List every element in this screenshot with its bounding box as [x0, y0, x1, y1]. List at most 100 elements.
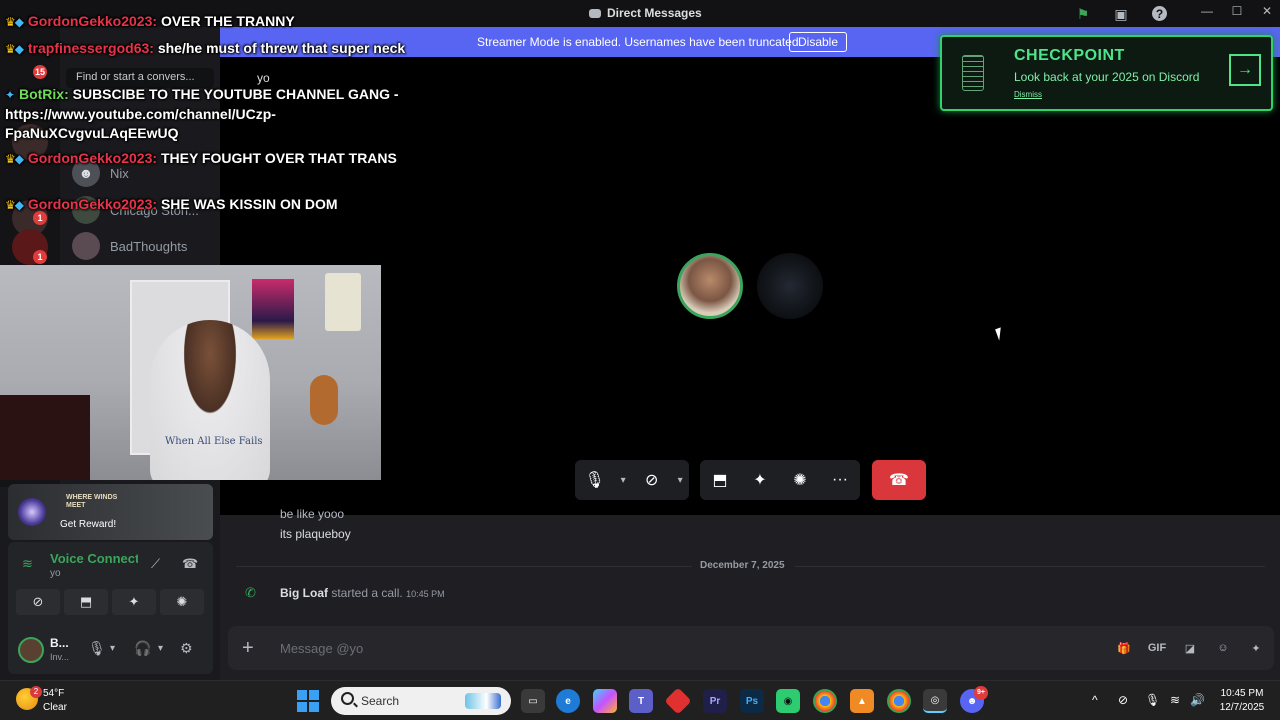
volume-icon[interactable]: 🔊: [1190, 693, 1205, 707]
chat-username: GordonGekko2023:: [27, 13, 158, 29]
microphone-icon[interactable]: 🎙: [88, 640, 106, 657]
chat-text: OVER THE TRANNY: [160, 13, 295, 29]
wifi-icon[interactable]: ≋: [1170, 693, 1180, 707]
checkpoint-dismiss-link[interactable]: Dismiss: [1014, 90, 1042, 99]
gift-icon[interactable]: 🎁: [1114, 638, 1134, 658]
gear-icon[interactable]: ⚙: [180, 640, 193, 657]
maximize-button[interactable]: ☐: [1226, 4, 1248, 18]
weather-condition[interactable]: Clear: [43, 702, 67, 713]
voice-channel[interactable]: yo: [50, 568, 61, 579]
badge-icon: ◆: [14, 15, 24, 29]
close-window-button[interactable]: ✕: [1256, 4, 1278, 18]
divider: [236, 566, 692, 567]
chat-message: its plaqueboy: [280, 527, 351, 541]
chevron-down-icon[interactable]: ▾: [671, 460, 689, 500]
app-icon[interactable]: ▲: [850, 689, 874, 713]
user-name: B...: [50, 636, 69, 650]
chat-text: THEY FOUGHT OVER THAT TRANS: [160, 150, 397, 166]
chrome-icon[interactable]: [887, 689, 911, 713]
promo-game-name: WHERE WINDS MEET: [66, 494, 118, 509]
help-icon[interactable]: ?: [1152, 6, 1167, 21]
app-icon[interactable]: ◉: [776, 689, 800, 713]
gif-button[interactable]: GIF: [1147, 638, 1167, 658]
headphones-icon[interactable]: 🎧: [134, 640, 151, 657]
chat-username: BotRix:: [18, 86, 69, 102]
chat-text: she/he must of threw that super neck: [157, 40, 406, 56]
arrow-right-icon[interactable]: →: [1229, 54, 1261, 86]
disconnect-call-button[interactable]: ☎: [872, 460, 926, 500]
audio-video-controls: 🎙 ▾ ⊘ ▾: [575, 460, 689, 500]
participant-avatar[interactable]: [757, 253, 823, 319]
flag-icon[interactable]: ⚑: [1074, 5, 1092, 23]
system-clock[interactable]: 10:45 PM 12/7/2025: [1212, 687, 1272, 715]
webcam-streamer: [150, 320, 270, 480]
shirt-text: When All Else Fails: [165, 436, 263, 447]
voice-status[interactable]: Voice Connected: [50, 551, 138, 566]
dm-item-badthoughts[interactable]: BadThoughts: [72, 232, 188, 260]
badge-icon: ◆: [14, 42, 24, 56]
camera-off-button[interactable]: ⊘: [16, 589, 60, 615]
crown-icon: ♛: [5, 152, 16, 166]
edge-icon[interactable]: e: [556, 689, 580, 713]
screen-share-button[interactable]: ⬒: [64, 589, 108, 615]
weather-temp[interactable]: 54°F: [43, 688, 64, 699]
chevron-down-icon[interactable]: ▾: [614, 460, 632, 500]
chat-text: SHE WAS KISSIN ON DOM: [160, 196, 338, 212]
chevron-down-icon[interactable]: ▾: [110, 643, 115, 654]
premiere-icon[interactable]: Pr: [703, 689, 727, 713]
windows-start-icon[interactable]: [297, 690, 319, 712]
dm-item-label: BadThoughts: [110, 238, 188, 254]
checkpoint-promo[interactable]: CHECKPOINT Look back at your 2025 on Dis…: [940, 35, 1273, 111]
clock-time: 10:45 PM: [1220, 688, 1264, 699]
taskbar-search[interactable]: Search: [331, 687, 511, 715]
input-toolbar: 🎁 GIF ◪ ☺ ✦: [1114, 638, 1266, 658]
badge-icon: ◆: [14, 198, 24, 212]
message-placeholder[interactable]: Message @yo: [280, 641, 363, 656]
microphone-icon[interactable]: 🎙: [1145, 693, 1160, 707]
apps-icon[interactable]: ✦: [1246, 638, 1266, 658]
activities-button[interactable]: ✦: [112, 589, 156, 615]
sticker-icon[interactable]: ◪: [1180, 638, 1200, 658]
microphone-button[interactable]: 🎙: [575, 460, 614, 500]
system-message: Big Loaf started a call. 10:45 PM: [280, 586, 445, 600]
chrome-icon[interactable]: [813, 689, 837, 713]
more-options-button[interactable]: ···: [820, 460, 860, 500]
minimize-button[interactable]: —: [1196, 4, 1218, 18]
game-promo[interactable]: WHERE WINDS MEET Get Reward!: [8, 484, 213, 540]
chevron-down-icon[interactable]: ▾: [158, 643, 163, 654]
photoshop-icon[interactable]: Ps: [740, 689, 764, 713]
emoji-icon[interactable]: ☺: [1213, 638, 1233, 658]
user-status: Inv...: [50, 652, 69, 662]
app-icon[interactable]: [664, 687, 692, 715]
teams-icon[interactable]: T: [629, 689, 653, 713]
message-input[interactable]: + Message @yo 🎁 GIF ◪ ☺ ✦: [228, 626, 1274, 670]
camera-off-button[interactable]: ⊘: [632, 460, 671, 500]
badge-icon: ✦: [5, 88, 16, 102]
search-highlight-image: [465, 693, 501, 709]
network-off-icon[interactable]: ⊘: [1118, 693, 1128, 707]
noise-suppression-icon[interactable]: ⟋: [151, 556, 160, 572]
disconnect-icon[interactable]: ☎: [182, 556, 198, 572]
taskbar: 2 54°F Clear Search ▭ e T Pr Ps ◉ ▲ ◎ ☻ …: [0, 680, 1280, 720]
divider: [795, 566, 1265, 567]
screen-share-button[interactable]: ⬒: [700, 460, 740, 500]
task-view-icon[interactable]: ▭: [521, 689, 545, 713]
webcam-poster: [325, 273, 361, 331]
inbox-icon[interactable]: ▣: [1112, 5, 1130, 23]
participant-avatar[interactable]: [677, 253, 743, 319]
copilot-icon[interactable]: [593, 689, 617, 713]
promo-cta[interactable]: Get Reward!: [60, 519, 116, 530]
phone-icon: ✆: [245, 585, 256, 600]
disable-streamer-mode-button[interactable]: Disable: [789, 32, 848, 52]
avatar[interactable]: [18, 637, 44, 663]
system-message-user[interactable]: Big Loaf: [280, 586, 328, 600]
orb-icon: [18, 498, 46, 526]
activities-button[interactable]: ✦: [740, 460, 780, 500]
plus-icon[interactable]: +: [242, 637, 254, 660]
search-label: Search: [361, 694, 400, 708]
obs-icon[interactable]: ◎: [923, 689, 947, 713]
soundboard-button[interactable]: ✺: [160, 589, 204, 615]
chevron-up-icon[interactable]: ^: [1092, 693, 1098, 707]
server-badge: 15: [33, 65, 47, 79]
soundboard-button[interactable]: ✺: [780, 460, 820, 500]
